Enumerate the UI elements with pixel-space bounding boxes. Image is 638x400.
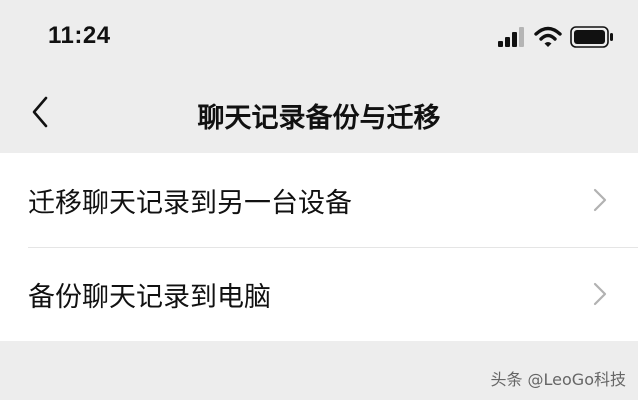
status-icons	[498, 26, 614, 52]
watermark: 头条 @LeoGo科技	[490, 370, 626, 389]
nav-bar: 聊天记录备份与迁移	[0, 78, 638, 150]
list-item-backup-to-pc[interactable]: 备份聊天记录到电脑	[0, 247, 638, 341]
signal-icon	[498, 27, 526, 51]
wifi-icon	[534, 26, 562, 52]
status-bar: 11:24	[0, 0, 638, 78]
chevron-right-icon	[592, 281, 608, 307]
chevron-right-icon	[592, 187, 608, 213]
page-title: 聊天记录备份与迁移	[197, 103, 441, 134]
status-time: 11:24	[48, 22, 111, 49]
battery-icon	[570, 26, 614, 52]
settings-list: 迁移聊天记录到另一台设备 备份聊天记录到电脑	[0, 153, 638, 341]
list-item-label: 迁移聊天记录到另一台设备	[28, 187, 352, 219]
list-item-label: 备份聊天记录到电脑	[28, 281, 271, 313]
list-item-migrate-chat[interactable]: 迁移聊天记录到另一台设备	[0, 153, 638, 247]
